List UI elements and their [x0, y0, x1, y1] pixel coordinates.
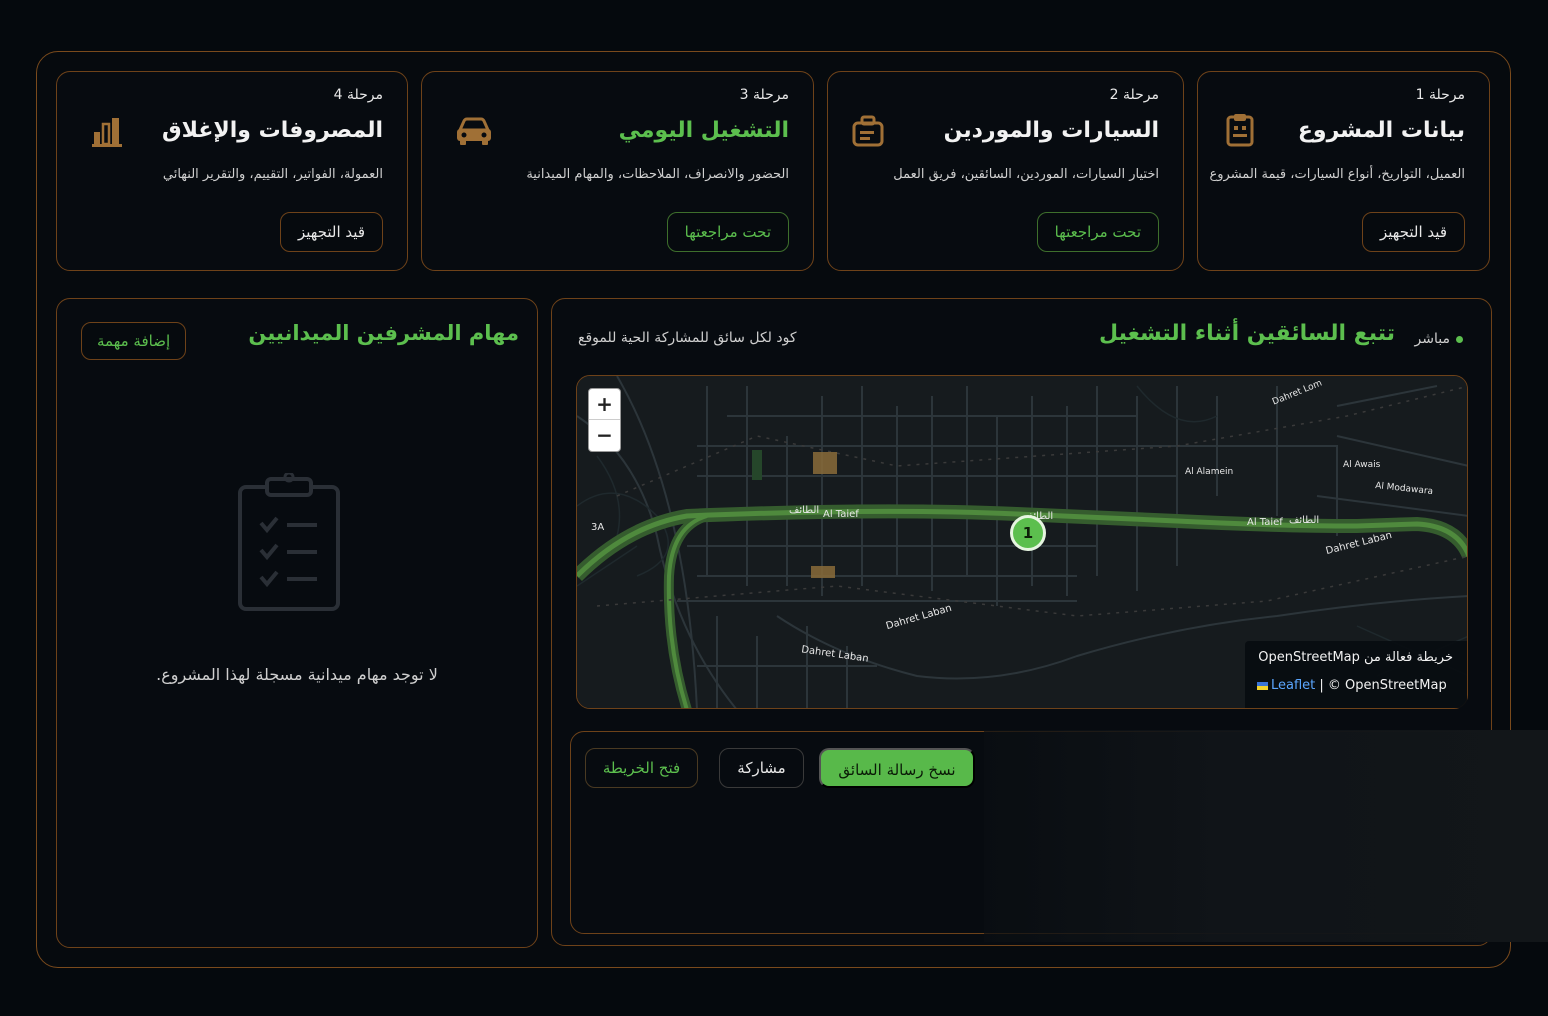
blurred-overlay — [984, 730, 1548, 942]
stage-number: مرحلة 2 — [1109, 87, 1159, 103]
stage-card-2: مرحلة 2 السيارات والموردين اختيار السيار… — [827, 71, 1184, 271]
stage-title: التشغيل اليومي — [618, 118, 789, 143]
bar-chart-icon — [92, 118, 122, 147]
map-label: الطائف — [789, 505, 820, 516]
stage-title: المصروفات والإغلاق — [161, 118, 383, 143]
stage-status-button[interactable]: تحت مراجعتها — [666, 212, 789, 252]
stage-status-button[interactable]: تحت مراجعتها — [1036, 212, 1159, 252]
stage-description: العمولة، الفواتير، التقييم، والتقرير الن… — [162, 167, 383, 182]
osm-attribution: | © OpenStreetMap — [1319, 678, 1447, 693]
ukraine-flag-icon — [1257, 681, 1268, 690]
map-attribution: خريطة فعالة من OpenStreetMap Leaflet | ©… — [1245, 641, 1467, 708]
driver-marker[interactable]: 1 — [1010, 515, 1046, 551]
stage-description: العميل، التواريخ، أنواع السيارات، قيمة ا… — [1209, 167, 1466, 182]
stage-title: السيارات والموردين — [943, 118, 1159, 143]
open-map-button[interactable]: فتح الخريطة — [585, 748, 698, 788]
panel-title: تتبع السائقين أثناء التشغيل — [1098, 321, 1395, 346]
attribution-text: خريطة فعالة من OpenStreetMap — [1258, 650, 1453, 665]
live-indicator: مباشر — [1415, 331, 1463, 347]
live-dot-icon — [1456, 335, 1463, 343]
share-button[interactable]: مشاركة — [719, 748, 804, 788]
stage-description: الحضور والانصراف، الملاحظات، والمهام الم… — [526, 167, 789, 182]
clipboard-icon — [1226, 114, 1254, 147]
map-label: Al Awais — [1343, 460, 1381, 470]
stage-card-4: مرحلة 4 المصروفات والإغلاق العمولة، الفو… — [56, 71, 408, 271]
stage-number: مرحلة 3 — [739, 87, 789, 103]
panel-subtitle: كود لكل سائق للمشاركة الحية للموقع — [578, 330, 797, 346]
car-icon — [457, 117, 491, 145]
stage-description: اختيار السيارات، الموردين، السائقين، فري… — [893, 167, 1159, 182]
map-label: Al Taief — [1247, 517, 1283, 528]
zoom-out-button[interactable]: − — [589, 420, 620, 451]
stage-title: بيانات المشروع — [1297, 118, 1465, 143]
map-label: Al Taief — [823, 509, 859, 520]
attribution-links: Leaflet | © OpenStreetMap — [1257, 678, 1447, 693]
add-task-button[interactable]: إضافة مهمة — [81, 322, 187, 360]
field-tasks-panel: مهام المشرفين الميدانيين إضافة مهمة لا ت… — [56, 298, 538, 948]
briefcase-icon — [852, 115, 884, 147]
map-label: الطائف — [1289, 515, 1320, 526]
copy-driver-message-button[interactable]: نسخ رسالة السائق — [819, 748, 975, 788]
stage-status-button[interactable]: قيد التجهيز — [279, 212, 383, 252]
leaflet-link[interactable]: Leaflet — [1271, 678, 1315, 693]
stage-card-3: مرحلة 3 التشغيل اليومي الحضور والانصراف،… — [421, 71, 814, 271]
stage-status-button[interactable]: قيد التجهيز — [1361, 212, 1465, 252]
zoom-in-button[interactable]: + — [589, 389, 620, 420]
stage-number: مرحلة 1 — [1415, 87, 1465, 103]
map-zoom-control: + − — [588, 388, 621, 452]
stage-number: مرحلة 4 — [333, 87, 383, 103]
map-label: Al Alamein — [1185, 467, 1234, 477]
stage-card-1: مرحلة 1 بيانات المشروع العميل، التواريخ،… — [1197, 71, 1490, 271]
empty-state-text: لا توجد مهام ميدانية مسجلة لهذا المشروع. — [156, 665, 438, 684]
map-label: 3A — [591, 522, 605, 533]
clipboard-checklist-icon — [238, 473, 340, 611]
panel-title: مهام المشرفين الميدانيين — [248, 321, 519, 345]
